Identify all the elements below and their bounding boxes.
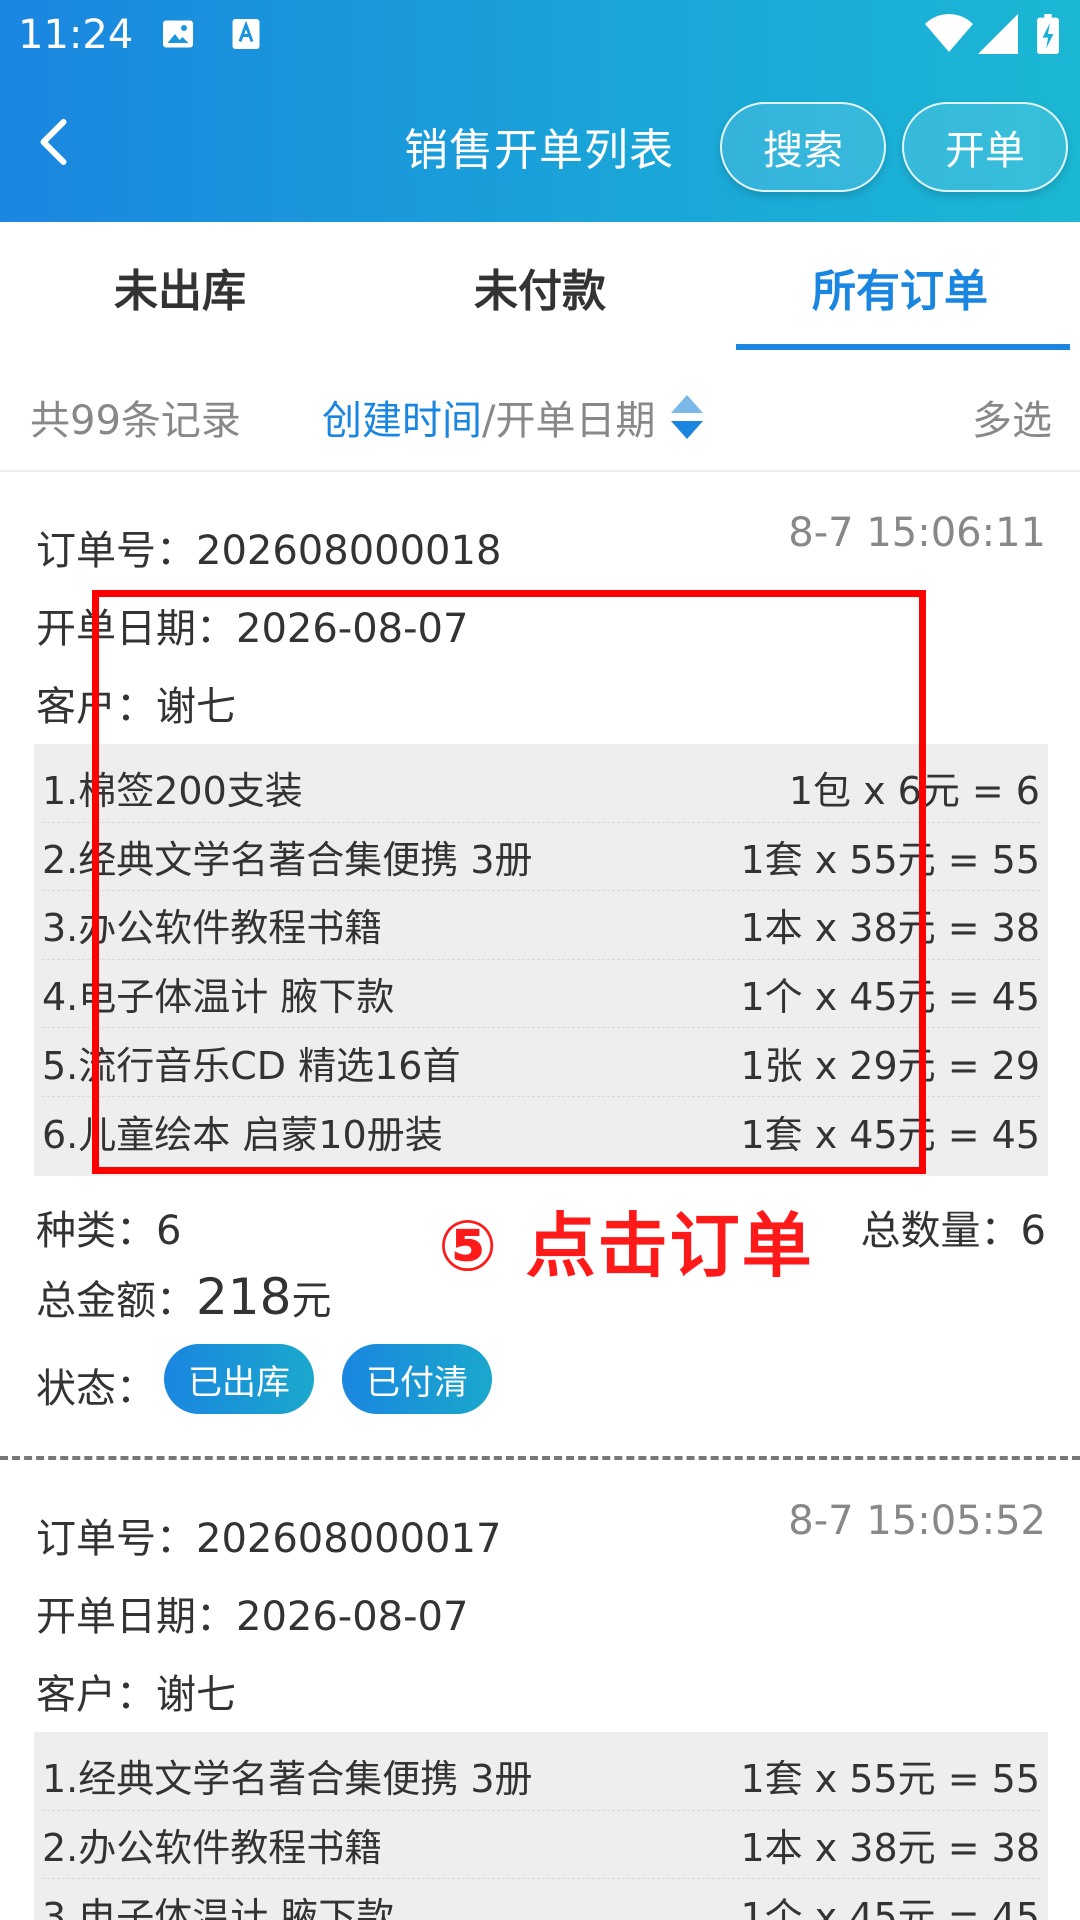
total-amount-label: 总金额：	[36, 1278, 196, 1324]
item-price: 1张 x 29元 = 29	[740, 1043, 1040, 1088]
text-notification-icon	[232, 19, 260, 49]
tab-unpaid[interactable]: 未付款	[360, 222, 720, 352]
item-price: 1包 x 6元 = 6	[788, 769, 1040, 814]
active-tab-indicator	[736, 344, 1070, 350]
tutorial-annotation: ⑤ 点击订单	[438, 1205, 814, 1287]
create-order-button[interactable]: 开单	[902, 102, 1068, 192]
list-item: 3.电子体温计 腋下款 1个 x 45元 = 45	[42, 1879, 1040, 1920]
status-bar: 11:24	[0, 0, 1080, 74]
sort-toggle[interactable]: 创建时间 /开单日期	[322, 388, 705, 446]
sort-arrows-icon[interactable]	[669, 395, 705, 439]
item-name: 1.经典文学名著合集便携 3册	[42, 1757, 533, 1802]
wifi-icon	[925, 14, 973, 53]
tab-all-orders[interactable]: 所有订单	[720, 222, 1080, 352]
item-name: 1.棉签200支装	[42, 769, 303, 814]
total-amount-unit: 元	[291, 1278, 332, 1324]
order-card[interactable]: 订单号：202608000018 8-7 15:06:11 开单日期：2026-…	[0, 474, 1080, 1458]
cellular-signal-icon	[978, 14, 1018, 54]
total-amount-value: 218	[196, 1268, 292, 1326]
sort-secondary-label[interactable]: /开单日期	[482, 388, 655, 446]
list-item: 3.办公软件教程书籍 1本 x 38元 = 38	[42, 891, 1040, 960]
order-timestamp: 8-7 15:06:11	[788, 510, 1046, 556]
list-item: 1.经典文学名著合集便携 3册 1套 x 55元 = 55	[42, 1742, 1040, 1811]
list-item: 2.经典文学名著合集便携 3册 1套 x 55元 = 55	[42, 823, 1040, 892]
title-bar: 销售开单列表 搜索 开单	[0, 90, 1080, 200]
app-header: 11:24 销售开单列表 搜索 开单	[0, 0, 1080, 222]
page-title: 销售开单列表	[404, 125, 674, 176]
item-name: 2.办公软件教程书籍	[42, 1825, 383, 1870]
item-price: 1个 x 45元 = 45	[740, 1894, 1040, 1920]
battery-charging-icon	[1037, 14, 1059, 54]
order-card[interactable]: 订单号：202608000017 8-7 15:05:52 开单日期：2026-…	[0, 1462, 1080, 1920]
item-name: 6.儿童绘本 启蒙10册装	[42, 1112, 443, 1157]
list-item: 5.流行音乐CD 精选16首 1张 x 29元 = 29	[42, 1028, 1040, 1097]
sort-primary-label[interactable]: 创建时间	[322, 388, 482, 446]
list-item: 6.儿童绘本 启蒙10册装 1套 x 45元 = 45	[42, 1097, 1040, 1166]
order-status-label: 状态：	[36, 1366, 156, 1412]
status-badge-paid: 已付清	[342, 1344, 492, 1414]
item-name: 3.办公软件教程书籍	[42, 906, 383, 951]
item-price: 1本 x 38元 = 38	[740, 906, 1040, 951]
search-button[interactable]: 搜索	[720, 102, 886, 192]
multi-select-button[interactable]: 多选	[972, 388, 1052, 446]
image-notification-icon	[163, 20, 193, 48]
order-total-amount: 总金额：218元	[36, 1268, 331, 1326]
filter-bar: 共99条记录 创建时间 /开单日期 多选	[0, 352, 1080, 472]
order-date: 开单日期：2026-08-07	[36, 1594, 469, 1640]
order-date: 开单日期：2026-08-07	[36, 606, 469, 652]
order-timestamp: 8-7 15:05:52	[788, 1498, 1046, 1544]
item-price: 1个 x 45元 = 45	[740, 975, 1040, 1020]
order-items-list: 1.经典文学名著合集便携 3册 1套 x 55元 = 55 2.办公软件教程书籍…	[34, 1732, 1048, 1920]
order-kinds: 种类：6	[36, 1208, 182, 1254]
item-name: 2.经典文学名著合集便携 3册	[42, 837, 533, 882]
tab-not-shipped[interactable]: 未出库	[0, 222, 360, 352]
item-price: 1套 x 55元 = 55	[740, 1757, 1040, 1802]
record-count: 共99条记录	[30, 398, 241, 444]
order-customer: 客户：谢七	[36, 1672, 236, 1718]
list-item: 2.办公软件教程书籍 1本 x 38元 = 38	[42, 1811, 1040, 1880]
status-badge-shipped: 已出库	[164, 1344, 314, 1414]
tab-bar: 未出库 未付款 所有订单	[0, 222, 1080, 352]
item-name: 5.流行音乐CD 精选16首	[42, 1043, 461, 1088]
list-item: 1.棉签200支装 1包 x 6元 = 6	[42, 754, 1040, 823]
order-customer: 客户：谢七	[36, 684, 236, 730]
item-name: 4.电子体温计 腋下款	[42, 975, 395, 1020]
item-price: 1套 x 55元 = 55	[740, 837, 1040, 882]
status-time: 11:24	[18, 12, 134, 58]
item-price: 1套 x 45元 = 45	[740, 1112, 1040, 1157]
back-arrow-icon[interactable]	[26, 112, 86, 172]
item-price: 1本 x 38元 = 38	[740, 1825, 1040, 1870]
order-divider	[0, 1456, 1080, 1460]
order-total-quantity: 总数量：6	[860, 1208, 1046, 1254]
list-item: 4.电子体温计 腋下款 1个 x 45元 = 45	[42, 960, 1040, 1029]
order-number: 订单号：202608000018	[36, 528, 502, 574]
item-name: 3.电子体温计 腋下款	[42, 1894, 395, 1920]
order-items-list: 1.棉签200支装 1包 x 6元 = 6 2.经典文学名著合集便携 3册 1套…	[34, 744, 1048, 1176]
order-number: 订单号：202608000017	[36, 1516, 502, 1562]
